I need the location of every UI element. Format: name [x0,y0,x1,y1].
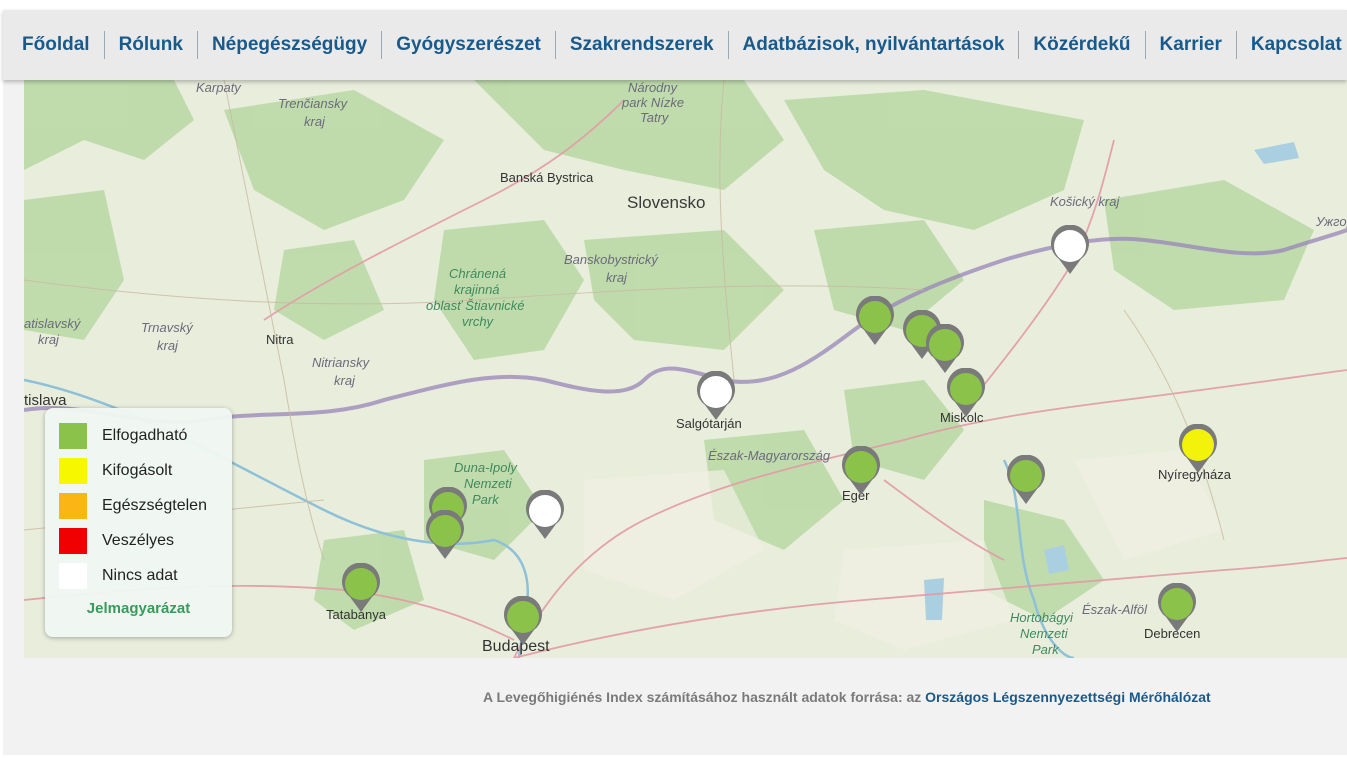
label-bratislavsky: atislavský [24,316,81,331]
legend-item-veszelyes: Veszélyes [59,528,174,554]
label-bratislava: tislava [24,392,67,409]
label-hortobagyi: Hortobágyi [1010,610,1073,625]
nav-item-adatbazisok[interactable]: Adatbázisok, nyilvántartások [729,31,1020,59]
nav-item-kapcsolat[interactable]: Kapcsolat [1237,31,1347,59]
nav-item-karrier[interactable]: Karrier [1146,31,1237,59]
station-marker[interactable] [502,596,544,646]
legend-item-kifogasolt: Kifogásolt [59,458,172,484]
label-banskobystricky-kraj: kraj [606,270,627,285]
legend-label: Egészségtelen [102,497,207,514]
station-marker[interactable] [945,368,987,418]
label-nitriansky: Nitriansky [312,355,370,370]
label-duna-ipoly-park: Park [472,492,499,507]
label-eszak-alfold: Észak-Alföl [1082,602,1148,617]
station-marker[interactable] [1177,424,1219,474]
map-pin-icon [697,371,735,420]
label-trenciansky-kraj: kraj [304,114,325,129]
main-nav: Főoldal Rólunk Népegészségügy Gyógyszeré… [3,10,1347,80]
map-pin-icon [526,490,564,539]
station-marker[interactable] [695,371,737,421]
legend-label: Elfogadható [102,427,188,444]
label-bratislavsky-kraj: kraj [38,332,59,347]
label-trnavsky: Trnavský [141,320,193,335]
label-slovensko: Slovensko [627,193,706,212]
legend-toggle-link[interactable]: Jelmagyarázat [45,600,232,617]
label-nitra: Nitra [266,332,294,347]
nav-item-rolunk[interactable]: Rólunk [105,31,198,59]
map-pin-icon [926,324,964,373]
station-marker[interactable] [924,324,966,374]
map-pin-icon [426,510,464,559]
legend-label: Veszélyes [102,532,175,549]
label-trenciansky: Trenčiansky [278,96,348,111]
nav-item-fooldal[interactable]: Főoldal [3,31,105,59]
legend-item-egeszsegtelen: Egészségtelen [59,493,207,519]
station-marker[interactable] [1049,225,1091,275]
data-source-link[interactable]: Országos Légszennyezettségi Mérőhálózat [925,689,1211,705]
label-tatry: Tatry [640,110,669,125]
map-pin-icon [842,446,880,495]
station-marker[interactable] [524,490,566,540]
label-duna-ipoly: Duna-Ipoly [454,460,517,475]
label-trnavsky-kraj: kraj [157,338,178,353]
label-krajinna: krajinná [454,282,500,297]
map-pin-icon [1007,455,1045,504]
station-marker[interactable] [854,296,896,346]
legend-swatch [59,563,87,589]
map-pin-icon [856,296,894,345]
label-park-nizke: park Nízke [622,95,685,110]
station-marker[interactable] [840,446,882,496]
label-oblast: oblasť Štiavnické [426,298,525,313]
nav-item-szakrendszerek[interactable]: Szakrendszerek [556,31,729,59]
label-chranena: Chránená [449,266,507,281]
map-legend: Elfogadható Kifogásolt Egészségtelen Ves… [45,408,232,637]
label-narodny: Národny [628,80,678,95]
label-banska-bystrica: Banská Bystrica [500,170,594,185]
label-eszak-magyarorszag: Észak-Magyarország [708,448,831,463]
nav-item-nepegeszsegugy[interactable]: Népegészségügy [198,31,383,59]
nav-item-gyogyszereszet[interactable]: Gyógyszerészet [382,31,556,59]
map-pin-icon [1158,583,1196,632]
data-source-text: A Levegőhigiénés Index számításához hasz… [483,689,922,705]
map-pin-icon [1051,225,1089,274]
map-pin-icon [1179,424,1217,473]
legend-swatch [59,458,87,484]
legend-item-elfogadhato: Elfogadható [59,423,187,449]
label-duna-ipoly-nemzeti: Nemzeti [464,476,512,491]
station-marker[interactable] [340,563,382,613]
legend-item-nincs-adat: Nincs adat [59,563,178,589]
data-source-note: A Levegőhigiénés Index számításához hasz… [483,689,1211,705]
legend-label: Kifogásolt [102,462,173,479]
station-marker[interactable] [424,510,466,560]
legend-swatch [59,423,87,449]
label-hortobagyi-nemzeti: Nemzeti [1020,626,1068,641]
label-hortobagyi-park: Park [1032,642,1059,657]
label-nitriansky-kraj: kraj [334,373,355,388]
station-marker[interactable] [1005,455,1047,505]
label-banskobystricky: Banskobystrický [564,252,658,267]
legend-swatch [59,528,87,554]
label-kosicky-kraj: Košický kraj [1050,194,1120,209]
label-vrchy: vrchy [462,314,494,329]
legend-label: Nincs adat [102,567,178,584]
map-pin-icon [947,368,985,417]
nav-item-kozerdeku[interactable]: Közérdekű [1019,31,1146,59]
map-pin-icon [504,596,542,645]
label-uzhgorod: Ужгор [1316,214,1347,229]
label-karpaty: Karpaty [196,80,241,95]
map-pin-icon [342,563,380,612]
station-marker[interactable] [1156,583,1198,633]
legend-swatch [59,493,87,519]
